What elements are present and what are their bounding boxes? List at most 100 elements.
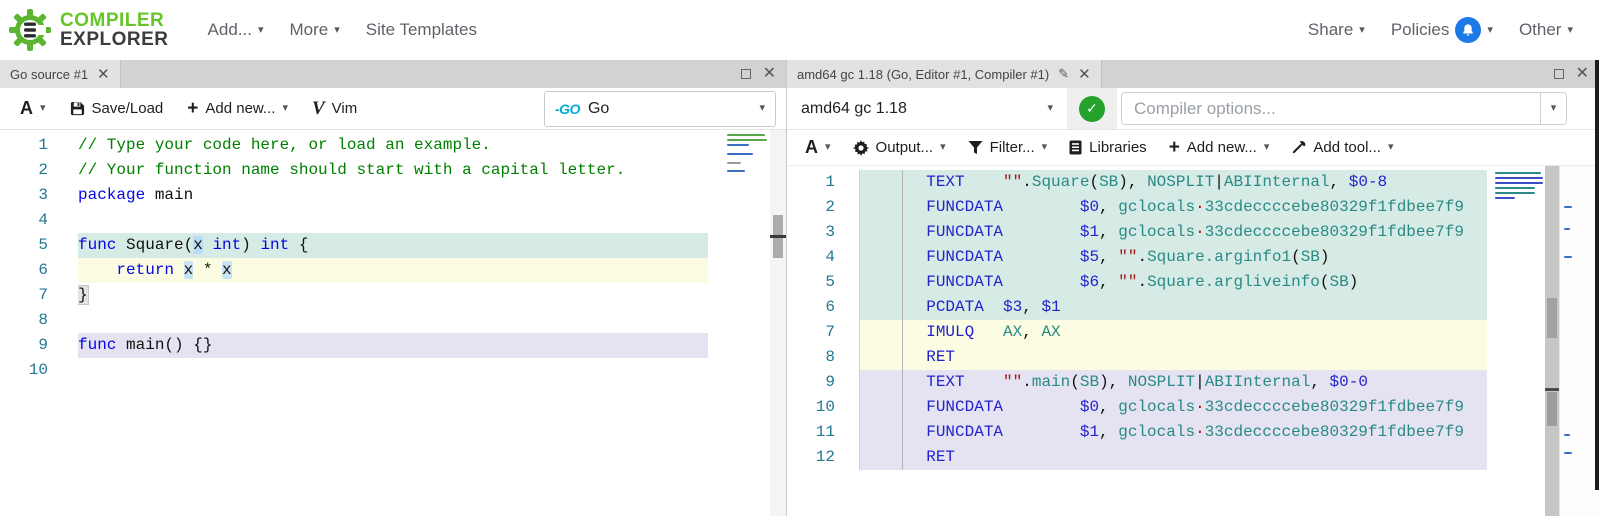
font-size-button[interactable]: A ▾ bbox=[795, 134, 841, 162]
maximize-icon[interactable] bbox=[741, 69, 751, 79]
nav-other-menu[interactable]: Other ▾ bbox=[1506, 20, 1586, 40]
tab-compiler-output[interactable]: amd64 gc 1.18 (Go, Editor #1, Compiler #… bbox=[787, 60, 1102, 88]
compiler-pane-tabbar: amd64 gc 1.18 (Go, Editor #1, Compiler #… bbox=[787, 60, 1599, 88]
vim-toggle-button[interactable]: V Vim bbox=[302, 93, 367, 125]
code-line[interactable]: 5func Square(x int) int { bbox=[0, 233, 708, 258]
nav-share-menu[interactable]: Share ▾ bbox=[1295, 20, 1378, 40]
line-content[interactable]: FUNCDATA $1, gclocals·33cdeccccebe80329f… bbox=[859, 220, 1487, 245]
line-content[interactable]: TEXT "".Square(SB), NOSPLIT|ABIInternal,… bbox=[859, 170, 1487, 195]
line-content[interactable] bbox=[78, 208, 708, 233]
line-content[interactable]: TEXT "".main(SB), NOSPLIT|ABIInternal, $… bbox=[859, 370, 1487, 395]
go-source-editor[interactable]: 1// Type your code here, or load an exam… bbox=[0, 130, 786, 516]
save-load-button[interactable]: Save/Load bbox=[60, 93, 174, 125]
line-content[interactable]: FUNCDATA $0, gclocals·33cdeccccebe80329f… bbox=[859, 395, 1487, 420]
nav-add-menu[interactable]: Add... ▾ bbox=[195, 20, 277, 40]
compiler-select[interactable]: amd64 gc 1.18 ▾ bbox=[787, 88, 1067, 129]
line-number: 3 bbox=[0, 183, 78, 208]
scrollbar-thumb[interactable] bbox=[1547, 392, 1557, 426]
code-line[interactable]: 6 PCDATA $3, $1 bbox=[787, 295, 1487, 320]
edit-title-icon[interactable]: ✎ bbox=[1058, 66, 1069, 82]
notification-badge[interactable] bbox=[1455, 17, 1481, 43]
close-icon[interactable]: ✕ bbox=[97, 67, 110, 82]
line-content[interactable]: RET bbox=[859, 345, 1487, 370]
code-line[interactable]: 6 return x * x bbox=[0, 258, 708, 283]
scrollbar-thumb[interactable] bbox=[1547, 298, 1557, 338]
code-line[interactable]: 8 RET bbox=[787, 345, 1487, 370]
chevron-down-icon: ▾ bbox=[1359, 25, 1365, 36]
line-number: 2 bbox=[787, 195, 859, 220]
line-content[interactable]: } bbox=[78, 283, 708, 308]
line-number: 10 bbox=[787, 395, 859, 420]
bell-icon bbox=[1461, 23, 1475, 37]
source-editor-pane: Go source #1 ✕ ✕ A ▾ bbox=[0, 60, 787, 516]
asm-scrollbar[interactable] bbox=[1545, 166, 1559, 516]
nav-more-menu[interactable]: More ▾ bbox=[276, 20, 352, 40]
add-tool-button[interactable]: Add tool... ▾ bbox=[1281, 134, 1403, 162]
code-line[interactable]: 2 FUNCDATA $0, gclocals·33cdeccccebe8032… bbox=[787, 195, 1487, 220]
code-line[interactable]: 1// Type your code here, or load an exam… bbox=[0, 133, 708, 158]
code-line[interactable]: 8 bbox=[0, 308, 708, 333]
compile-status-cell: ✓ bbox=[1067, 88, 1117, 129]
close-icon[interactable]: ✕ bbox=[1078, 67, 1091, 82]
code-line[interactable]: 7} bbox=[0, 283, 708, 308]
line-content[interactable]: FUNCDATA $5, "".Square.arginfo1(SB) bbox=[859, 245, 1487, 270]
brand-line-explorer: EXPLORER bbox=[60, 30, 169, 49]
filter-button[interactable]: Filter... ▾ bbox=[958, 134, 1058, 162]
language-select[interactable]: -GO Go ▾ bbox=[544, 91, 776, 127]
asm-output-editor[interactable]: 1 TEXT "".Square(SB), NOSPLIT|ABIInterna… bbox=[787, 166, 1599, 516]
line-content[interactable]: FUNCDATA $6, "".Square.argliveinfo(SB) bbox=[859, 270, 1487, 295]
code-line[interactable]: 11 FUNCDATA $1, gclocals·33cdeccccebe803… bbox=[787, 420, 1487, 445]
maximize-icon[interactable] bbox=[1554, 69, 1564, 79]
code-line[interactable]: 10 FUNCDATA $0, gclocals·33cdeccccebe803… bbox=[787, 395, 1487, 420]
font-size-button[interactable]: A ▾ bbox=[10, 93, 56, 125]
line-content[interactable] bbox=[78, 308, 708, 333]
code-line[interactable]: 9func main() {} bbox=[0, 333, 708, 358]
libraries-button[interactable]: Libraries bbox=[1059, 134, 1157, 162]
source-pane-window-controls: ✕ bbox=[731, 60, 786, 88]
line-content[interactable]: PCDATA $3, $1 bbox=[859, 295, 1487, 320]
code-line[interactable]: 5 FUNCDATA $6, "".Square.argliveinfo(SB) bbox=[787, 270, 1487, 295]
source-minimap[interactable] bbox=[724, 130, 770, 516]
line-content[interactable]: IMULQ AX, AX bbox=[859, 320, 1487, 345]
compiler-explorer-logo[interactable]: COMPILER EXPLORER bbox=[8, 8, 169, 52]
line-content[interactable]: func Square(x int) int { bbox=[78, 233, 708, 258]
add-new-button[interactable]: + Add new... ▾ bbox=[177, 93, 298, 125]
line-content[interactable]: FUNCDATA $0, gclocals·33cdeccccebe80329f… bbox=[859, 195, 1487, 220]
close-icon[interactable]: ✕ bbox=[1576, 66, 1589, 82]
line-content[interactable]: // Type your code here, or load an examp… bbox=[78, 133, 708, 158]
close-icon[interactable]: ✕ bbox=[763, 66, 776, 82]
code-line[interactable]: 4 bbox=[0, 208, 708, 233]
nav-policies-menu[interactable]: Policies ▾ bbox=[1378, 17, 1506, 43]
nav-site-templates[interactable]: Site Templates bbox=[353, 20, 490, 40]
code-line[interactable]: 7 IMULQ AX, AX bbox=[787, 320, 1487, 345]
editor-gap bbox=[708, 130, 724, 516]
screen-right-edge bbox=[1595, 60, 1599, 490]
source-scrollbar[interactable] bbox=[770, 130, 786, 516]
tab-go-source[interactable]: Go source #1 ✕ bbox=[0, 60, 121, 88]
code-line[interactable]: 2// Your function name should start with… bbox=[0, 158, 708, 183]
compiler-options-input[interactable] bbox=[1122, 93, 1540, 124]
line-content[interactable]: return x * x bbox=[78, 258, 708, 283]
output-button[interactable]: Output... ▾ bbox=[843, 134, 956, 162]
code-line[interactable]: 10 bbox=[0, 358, 708, 383]
chevron-down-icon: ▾ bbox=[1388, 142, 1394, 153]
asm-minimap[interactable] bbox=[1491, 166, 1545, 516]
line-content[interactable] bbox=[78, 358, 708, 383]
line-content[interactable]: FUNCDATA $1, gclocals·33cdeccccebe80329f… bbox=[859, 420, 1487, 445]
cursor-position-marker bbox=[770, 235, 786, 238]
add-new-button[interactable]: + Add new... ▾ bbox=[1159, 134, 1280, 162]
code-line[interactable]: 3package main bbox=[0, 183, 708, 208]
code-line[interactable]: 1 TEXT "".Square(SB), NOSPLIT|ABIInterna… bbox=[787, 170, 1487, 195]
go-language-icon: -GO bbox=[555, 101, 580, 117]
options-dropdown-button[interactable]: ▾ bbox=[1540, 93, 1566, 124]
code-line[interactable]: 12 RET bbox=[787, 445, 1487, 470]
compiler-pane-window-controls: ✕ bbox=[1544, 60, 1599, 88]
line-content[interactable]: func main() {} bbox=[78, 333, 708, 358]
code-line[interactable]: 4 FUNCDATA $5, "".Square.arginfo1(SB) bbox=[787, 245, 1487, 270]
line-content[interactable]: package main bbox=[78, 183, 708, 208]
libraries-icon bbox=[1069, 140, 1082, 155]
line-content[interactable]: // Your function name should start with … bbox=[78, 158, 708, 183]
line-content[interactable]: RET bbox=[859, 445, 1487, 470]
code-line[interactable]: 3 FUNCDATA $1, gclocals·33cdeccccebe8032… bbox=[787, 220, 1487, 245]
code-line[interactable]: 9 TEXT "".main(SB), NOSPLIT|ABIInternal,… bbox=[787, 370, 1487, 395]
